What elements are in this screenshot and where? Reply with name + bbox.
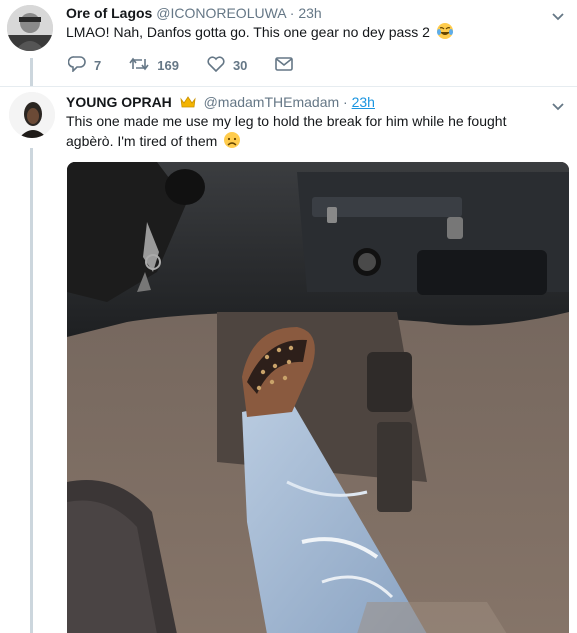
- tweet-text-content: LMAO! Nah, Danfos gotta go. This one gea…: [66, 24, 430, 40]
- timestamp[interactable]: 23h: [352, 94, 375, 110]
- tears-of-joy-emoji: [436, 22, 454, 45]
- tweet-text: LMAO! Nah, Danfos gotta go. This one gea…: [66, 22, 566, 45]
- heart-icon: [207, 56, 225, 75]
- tweet-header: Ore of Lagos @ICONOREOLUWA · 23h: [66, 5, 322, 21]
- avatar[interactable]: [9, 92, 55, 138]
- chevron-down-icon[interactable]: [551, 99, 565, 111]
- retweet-button[interactable]: 169: [129, 56, 179, 75]
- direct-message-button[interactable]: [275, 57, 294, 74]
- reply-button[interactable]: 7: [67, 56, 102, 75]
- crown-emoji: [180, 95, 196, 111]
- envelope-icon: [275, 57, 294, 74]
- like-count: 30: [232, 58, 248, 73]
- chevron-down-icon[interactable]: [551, 9, 565, 21]
- retweet-count: 169: [157, 58, 179, 73]
- tweet-actions: 7 169 30: [67, 56, 321, 75]
- username[interactable]: @ICONOREOLUWA: [156, 5, 286, 21]
- tweet-header: YOUNG OPRAH @madamTHEmadam · 23h: [66, 94, 375, 111]
- reply-icon: [67, 56, 86, 75]
- separator-dot: ·: [343, 94, 348, 110]
- tweet[interactable]: YOUNG OPRAH @madamTHEmadam · 23h This on…: [0, 86, 577, 633]
- display-name[interactable]: Ore of Lagos: [66, 5, 152, 21]
- tweet-photo[interactable]: [67, 162, 569, 633]
- tweet-text: This one made me use my leg to hold the …: [66, 111, 546, 154]
- timestamp[interactable]: 23h: [298, 5, 321, 21]
- avatar[interactable]: [7, 5, 53, 51]
- reply-count: 7: [94, 58, 102, 73]
- username[interactable]: @madamTHEmadam: [204, 94, 340, 110]
- retweet-icon: [129, 56, 149, 75]
- separator-dot: ·: [289, 5, 295, 21]
- disappointed-face-emoji: [223, 131, 241, 154]
- display-name[interactable]: YOUNG OPRAH: [66, 94, 172, 110]
- like-button[interactable]: 30: [207, 56, 247, 75]
- tweet-text-content: This one made me use my leg to hold the …: [66, 113, 507, 149]
- tweet[interactable]: Ore of Lagos @ICONOREOLUWA · 23h LMAO! N…: [0, 0, 577, 86]
